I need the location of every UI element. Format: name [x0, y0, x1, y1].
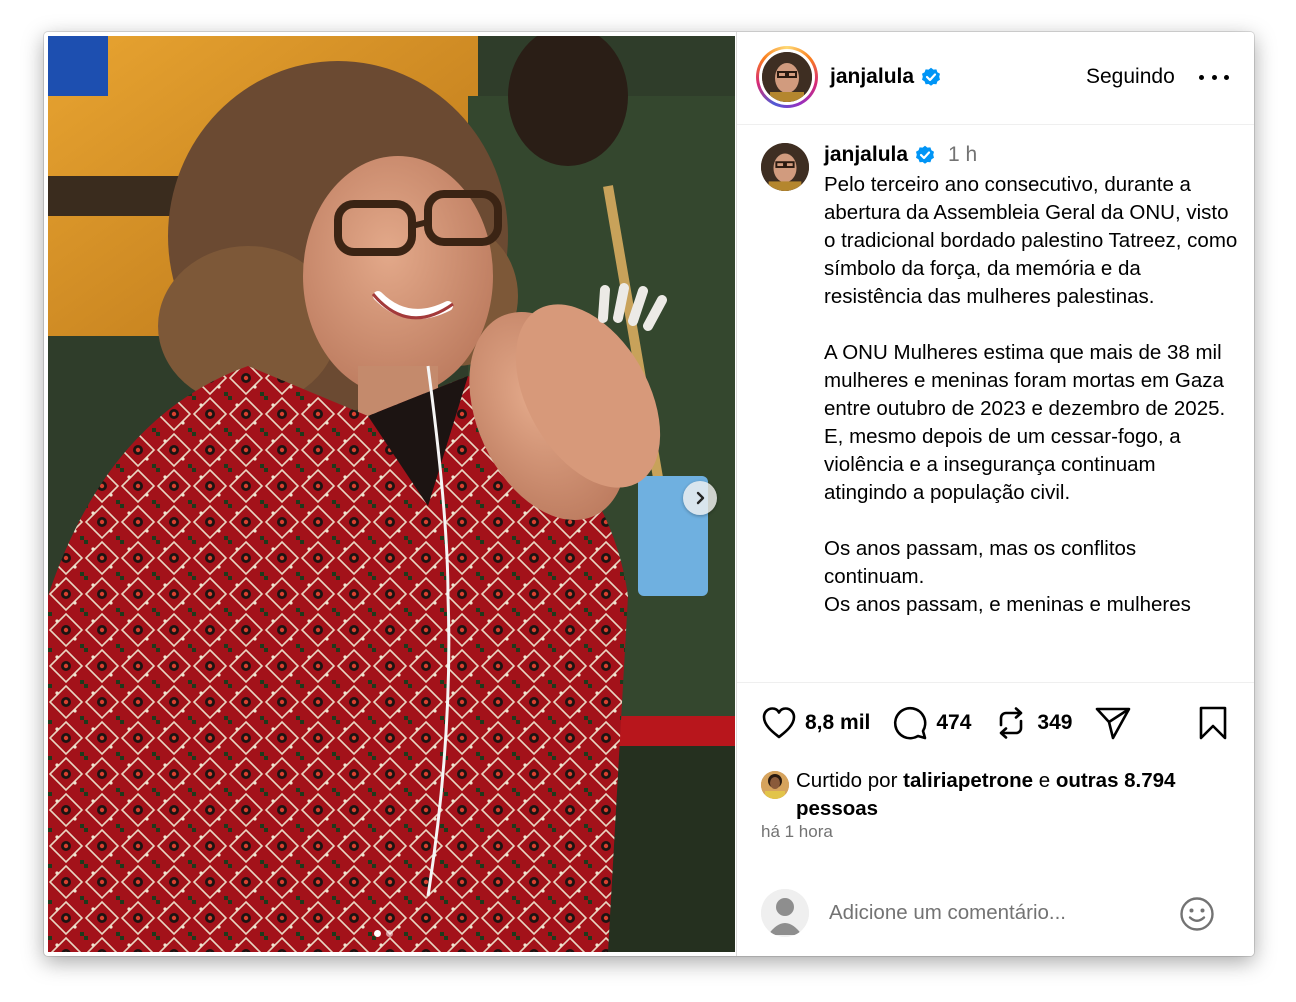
like-count: 8,8 mil	[805, 711, 871, 734]
save-action[interactable]	[1197, 705, 1229, 746]
share-action[interactable]	[1094, 705, 1132, 741]
chevron-right-icon	[696, 491, 705, 505]
carousel-dot	[386, 930, 393, 937]
next-image-button[interactable]	[683, 481, 717, 515]
verified-badge-icon	[916, 145, 935, 164]
header-username[interactable]: janjalula	[830, 65, 914, 89]
like-action[interactable]: 8,8 mil	[761, 706, 870, 740]
liker-avatar[interactable]	[761, 771, 789, 799]
liked-by-text: Curtido por taliriapetrone e outras 8.79…	[796, 767, 1236, 823]
repost-count: 349	[1037, 711, 1073, 734]
post-panel: janjalula Seguindo janjalula 1 h Pelo te…	[736, 32, 1254, 956]
verified-badge-icon	[922, 67, 941, 86]
heart-icon	[762, 707, 796, 739]
comment-count: 474	[936, 711, 972, 734]
carousel-indicator	[374, 930, 393, 937]
comment-bubble-icon	[894, 706, 927, 740]
caption-head: janjalula 1 h	[824, 143, 977, 167]
liked-by-connector: e	[1038, 769, 1051, 792]
liked-by-prefix: Curtido por	[796, 769, 898, 792]
caption-avatar[interactable]	[761, 143, 809, 191]
header-username-wrap: janjalula	[830, 65, 941, 89]
caption-area: janjalula 1 h Pelo terceiro ano consecut…	[737, 125, 1254, 681]
comment-input[interactable]	[829, 898, 1159, 928]
photo-illustration	[48, 36, 735, 952]
bookmark-icon	[1199, 706, 1227, 740]
post-time: 1 h	[948, 143, 978, 166]
more-options-icon[interactable]	[1199, 68, 1229, 86]
following-button[interactable]: Seguindo	[1086, 65, 1175, 89]
send-icon	[1096, 707, 1131, 740]
caption-username[interactable]: janjalula	[824, 143, 908, 167]
carousel-dot-active	[374, 930, 381, 937]
repost-action[interactable]: 349	[993, 705, 1072, 741]
repost-icon	[1000, 707, 1023, 739]
post-photo[interactable]	[48, 36, 735, 952]
current-user-avatar	[761, 889, 809, 937]
action-row: 8,8 mil 474 349	[761, 705, 1132, 741]
post-window: janjalula Seguindo janjalula 1 h Pelo te…	[44, 32, 1254, 956]
story-ring[interactable]	[756, 46, 818, 108]
emoji-icon[interactable]	[1179, 896, 1215, 937]
post-timestamp[interactable]: há 1 hora	[761, 822, 833, 842]
avatar	[762, 52, 812, 102]
comment-box	[737, 889, 1254, 956]
post-header: janjalula Seguindo	[737, 32, 1254, 125]
caption-text: Pelo terceiro ano consecutivo, durante a…	[824, 173, 1238, 616]
liked-by-user[interactable]: taliriapetrone	[903, 769, 1033, 792]
comment-action[interactable]: 474	[892, 705, 971, 741]
